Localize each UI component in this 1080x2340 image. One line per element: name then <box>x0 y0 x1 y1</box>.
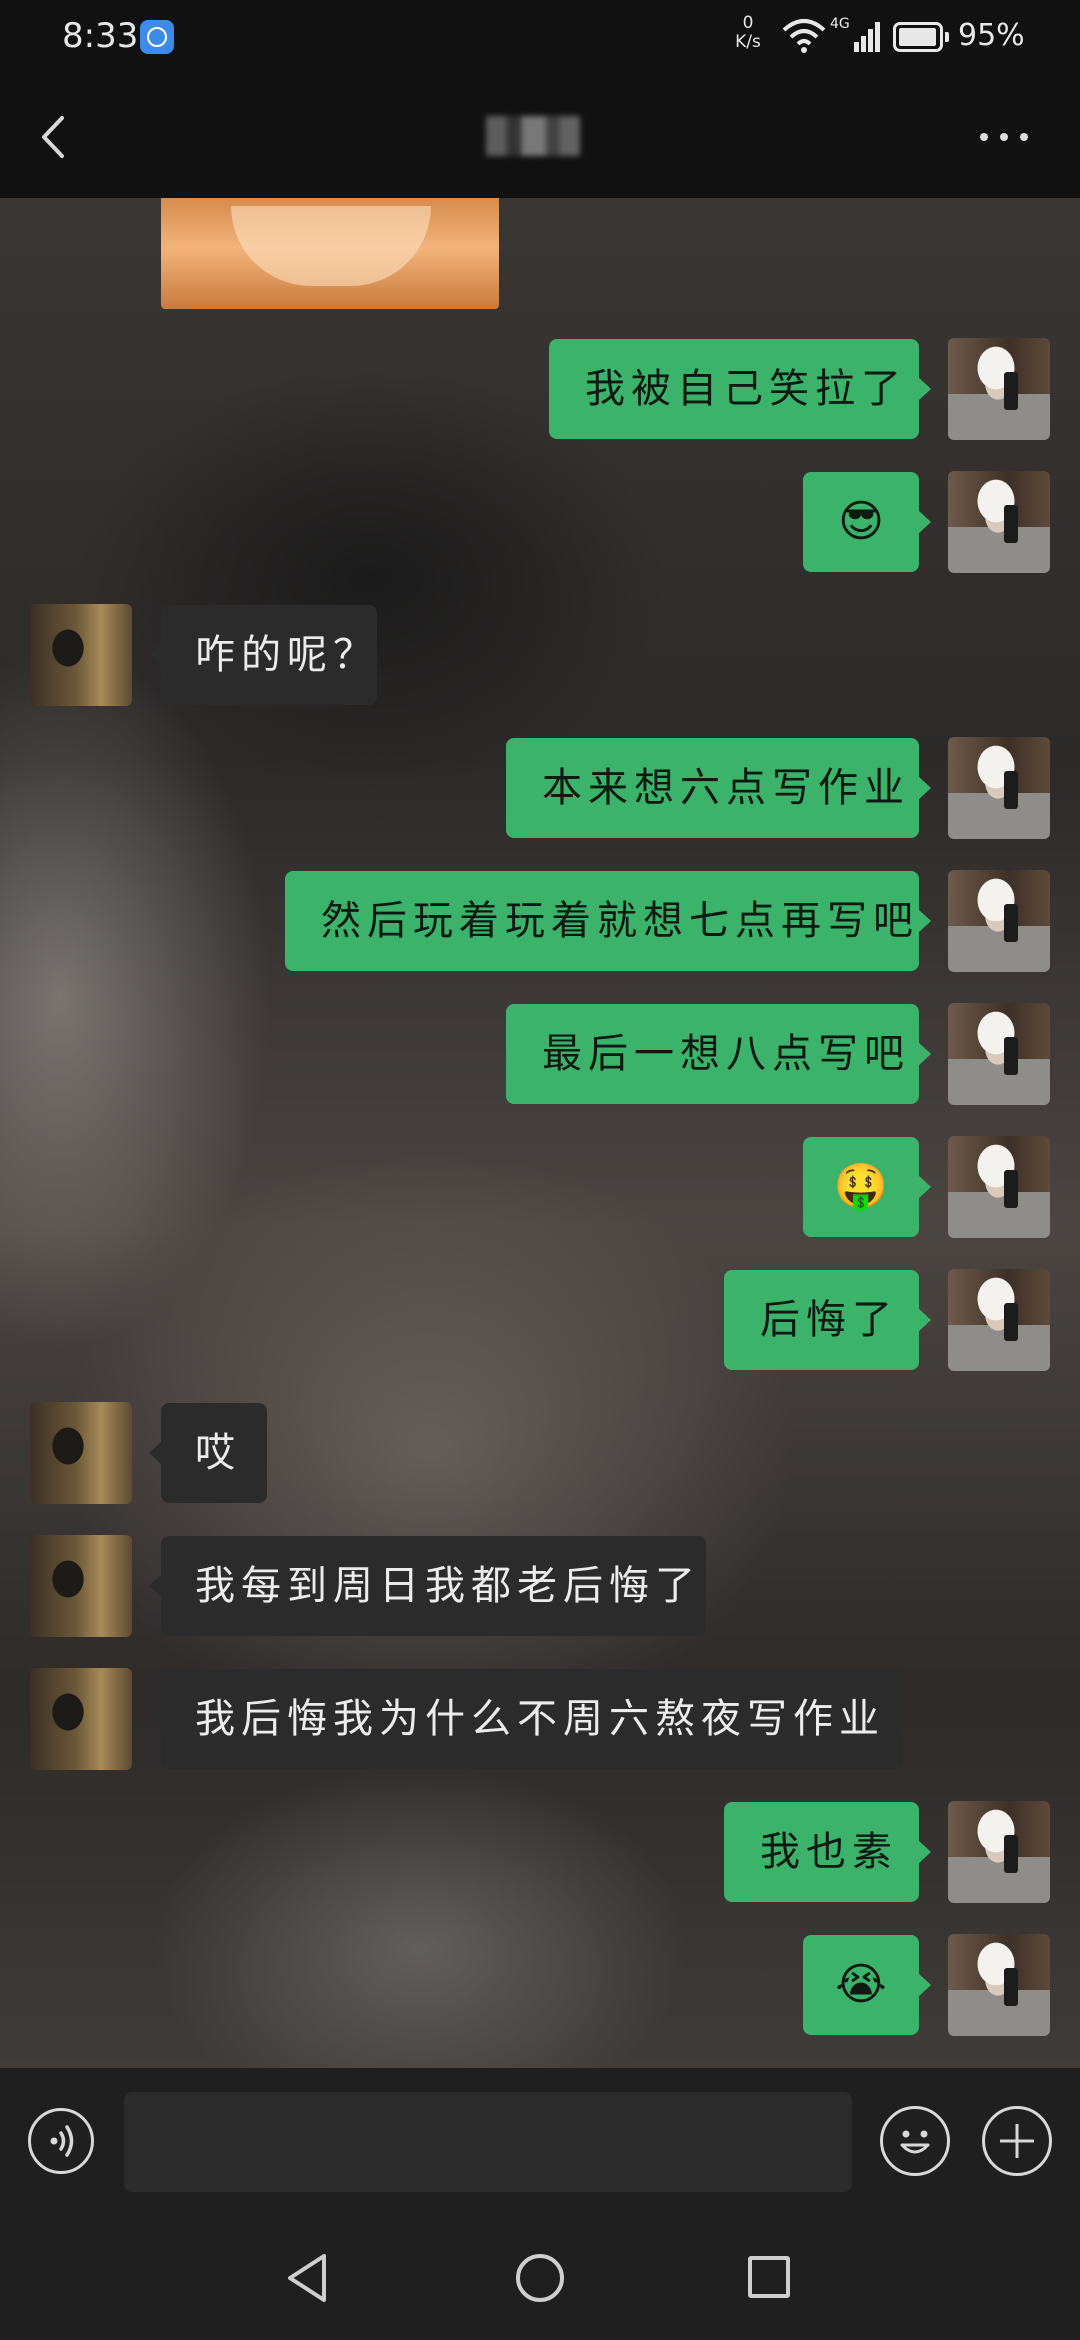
outgoing-emoji-bubble[interactable]: 😭 <box>803 1935 931 2035</box>
image-message[interactable] <box>161 198 499 309</box>
contact-name-redacted <box>486 116 580 156</box>
chat-header <box>0 76 1080 198</box>
more-dot-icon <box>1020 133 1028 141</box>
message-row-incoming: 我后悔我为什么不周六熬夜写作业 <box>0 1668 1080 1770</box>
network-speed-unit: K/s <box>735 32 761 52</box>
emoji-button[interactable] <box>880 2106 950 2176</box>
message-row-outgoing: 然后玩着玩着就想七点再写吧 <box>0 870 1080 972</box>
nav-recent-icon[interactable] <box>748 2256 790 2298</box>
more-dot-icon <box>1000 133 1008 141</box>
system-navigation-bar <box>0 2220 1080 2340</box>
self-avatar[interactable] <box>948 471 1050 573</box>
cellular-signal-icon: 4G <box>830 16 880 52</box>
message-row-incoming: 我每到周日我都老后悔了 <box>0 1535 1080 1637</box>
contact-avatar[interactable] <box>30 1535 132 1637</box>
message-row-outgoing: 本来想六点写作业 <box>0 737 1080 839</box>
outgoing-bubble[interactable]: 最后一想八点写吧 <box>506 1004 931 1104</box>
message-row-outgoing: 后悔了 <box>0 1269 1080 1371</box>
message-row-outgoing: 最后一想八点写吧 <box>0 1003 1080 1105</box>
self-avatar[interactable] <box>948 870 1050 972</box>
back-button[interactable] <box>28 106 84 168</box>
more-dot-icon <box>980 133 988 141</box>
wifi-icon <box>782 19 826 53</box>
self-avatar[interactable] <box>948 1934 1050 2036</box>
incoming-bubble[interactable]: 哎 <box>149 1403 267 1503</box>
more-options-button[interactable] <box>976 120 1036 154</box>
message-row-outgoing: 我被自己笑拉了 <box>0 338 1080 440</box>
message-text-input[interactable] <box>124 2092 852 2192</box>
emoji-icon <box>900 2130 930 2154</box>
voice-icon <box>50 2125 74 2157</box>
incoming-bubble[interactable]: 我每到周日我都老后悔了 <box>149 1536 706 1636</box>
incoming-bubble[interactable]: 咋的呢？ <box>149 605 377 705</box>
status-bar: 8:33 0 K/s 4G 95% <box>0 0 1080 76</box>
outgoing-bubble[interactable]: 本来想六点写作业 <box>506 738 931 838</box>
message-row-outgoing: 我也素 <box>0 1801 1080 1903</box>
incoming-bubble[interactable]: 我后悔我为什么不周六熬夜写作业 <box>149 1669 903 1769</box>
chevron-left-icon <box>42 116 64 158</box>
self-avatar[interactable] <box>948 1801 1050 1903</box>
nav-back-icon[interactable] <box>282 2250 332 2306</box>
contact-avatar[interactable] <box>30 604 132 706</box>
message-row-outgoing: 😭 <box>0 1934 1080 2036</box>
nav-home-icon[interactable] <box>516 2254 564 2302</box>
message-row-outgoing: 🤑 <box>0 1136 1080 1238</box>
network-speed-value: 0 <box>742 13 754 33</box>
message-row-outgoing: 😎 <box>0 471 1080 573</box>
outgoing-bubble[interactable]: 后悔了 <box>724 1270 931 1370</box>
outgoing-emoji-bubble[interactable]: 🤑 <box>803 1137 931 1237</box>
self-avatar[interactable] <box>948 1136 1050 1238</box>
self-avatar[interactable] <box>948 1003 1050 1105</box>
message-row-incoming: 哎 <box>0 1402 1080 1504</box>
battery-percentage: 95% <box>958 18 1025 53</box>
self-avatar[interactable] <box>948 737 1050 839</box>
self-avatar[interactable] <box>948 1269 1050 1371</box>
network-speed: 0 K/s <box>728 14 768 52</box>
outgoing-bubble[interactable]: 我也素 <box>724 1802 931 1902</box>
contact-avatar[interactable] <box>30 1668 132 1770</box>
outgoing-bubble[interactable]: 然后玩着玩着就想七点再写吧 <box>285 871 931 971</box>
self-avatar[interactable] <box>948 338 1050 440</box>
outgoing-emoji-bubble[interactable]: 😎 <box>803 472 931 572</box>
status-time: 8:33 <box>62 16 139 56</box>
outgoing-bubble[interactable]: 我被自己笑拉了 <box>549 339 931 439</box>
browser-app-icon <box>140 20 174 54</box>
message-input-bar <box>0 2068 1080 2220</box>
contact-avatar[interactable] <box>30 1402 132 1504</box>
network-type-label: 4G <box>830 16 850 32</box>
battery-icon <box>893 22 949 52</box>
chat-message-area[interactable]: 我被自己笑拉了 😎 咋的呢？ 本来想六点写作业 然后玩着玩着就想七点再写吧 最后… <box>0 198 1080 2068</box>
more-functions-button[interactable] <box>982 2106 1052 2176</box>
voice-button[interactable] <box>28 2108 94 2174</box>
message-row-incoming: 咋的呢？ <box>0 604 1080 706</box>
